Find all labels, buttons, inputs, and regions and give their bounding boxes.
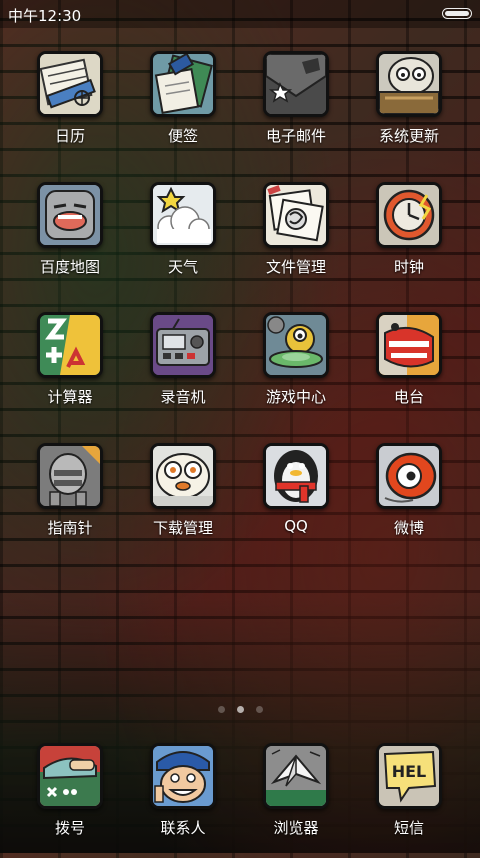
system-update-icon xyxy=(376,51,442,117)
app-label: 指南针 xyxy=(47,519,93,537)
download-manager-icon xyxy=(150,443,216,509)
app-label: 系统更新 xyxy=(378,127,439,145)
dock-browser[interactable]: 浏览器 xyxy=(241,743,351,858)
file-manager-icon xyxy=(263,182,329,248)
dock-dialer[interactable]: 拨号 xyxy=(15,743,125,858)
app-label: 录音机 xyxy=(160,388,206,406)
clock-icon xyxy=(376,182,442,248)
notes-icon xyxy=(150,51,216,117)
app-label: 下载管理 xyxy=(152,519,213,537)
app-clock[interactable]: 时钟 xyxy=(354,182,464,297)
page-indicator[interactable] xyxy=(0,698,480,717)
app-label: QQ xyxy=(284,517,308,535)
app-label: 电台 xyxy=(393,388,424,406)
app-label: 游戏中心 xyxy=(265,388,326,406)
app-baidu-map[interactable]: 百度地图 xyxy=(15,182,125,297)
status-time: 中午12:30 xyxy=(8,7,82,25)
email-icon xyxy=(263,51,329,117)
app-weibo[interactable]: 微博 xyxy=(354,443,464,558)
dialer-icon xyxy=(37,743,103,809)
app-label: 联系人 xyxy=(160,819,206,837)
battery-icon xyxy=(442,8,472,19)
app-game-center[interactable]: 游戏中心 xyxy=(241,312,351,427)
qq-icon xyxy=(263,443,329,509)
messages-bubble-text: HEL xyxy=(392,762,427,781)
contacts-icon xyxy=(150,743,216,809)
app-label: 微博 xyxy=(393,519,424,537)
app-radio[interactable]: 电台 xyxy=(354,312,464,427)
app-label: 浏览器 xyxy=(273,819,319,837)
app-label: 百度地图 xyxy=(39,258,100,276)
recorder-icon xyxy=(150,312,216,378)
app-email[interactable]: 电子邮件 xyxy=(241,51,351,166)
app-label: 便签 xyxy=(167,127,198,145)
page-dot[interactable] xyxy=(217,706,225,713)
dock-contacts[interactable]: 联系人 xyxy=(128,743,238,858)
app-label: 电子邮件 xyxy=(265,127,326,145)
page-dot[interactable] xyxy=(255,706,263,713)
weather-icon xyxy=(150,182,216,248)
messages-icon: HEL xyxy=(376,743,442,809)
app-notes[interactable]: 便签 xyxy=(128,51,238,166)
app-calendar[interactable]: 日历 xyxy=(15,51,125,166)
app-compass[interactable]: 指南针 xyxy=(15,443,125,558)
app-qq[interactable]: QQ xyxy=(241,443,351,558)
status-bar: 中午12:30 xyxy=(0,0,480,28)
weibo-icon xyxy=(376,443,442,509)
radio-icon xyxy=(376,312,442,378)
app-label: 文件管理 xyxy=(265,258,326,276)
app-label: 拨号 xyxy=(54,819,85,837)
compass-icon xyxy=(37,443,103,509)
app-label: 日历 xyxy=(54,127,85,145)
app-recorder[interactable]: 录音机 xyxy=(128,312,238,427)
app-label: 短信 xyxy=(393,819,424,837)
game-center-icon xyxy=(263,312,329,378)
app-calculator[interactable]: 计算器 xyxy=(15,312,125,427)
app-file-manager[interactable]: 文件管理 xyxy=(241,182,351,297)
baidu-map-icon xyxy=(37,182,103,248)
app-label: 计算器 xyxy=(47,388,93,406)
page-dot-active[interactable] xyxy=(236,706,244,713)
app-weather[interactable]: 天气 xyxy=(128,182,238,297)
dock-messages[interactable]: HEL 短信 xyxy=(354,743,464,858)
calculator-icon xyxy=(37,312,103,378)
calendar-icon xyxy=(37,51,103,117)
app-system-update[interactable]: 系统更新 xyxy=(354,51,464,166)
app-label: 时钟 xyxy=(393,258,424,276)
browser-icon xyxy=(263,743,329,809)
app-label: 天气 xyxy=(167,258,198,276)
app-download-manager[interactable]: 下载管理 xyxy=(128,443,238,558)
